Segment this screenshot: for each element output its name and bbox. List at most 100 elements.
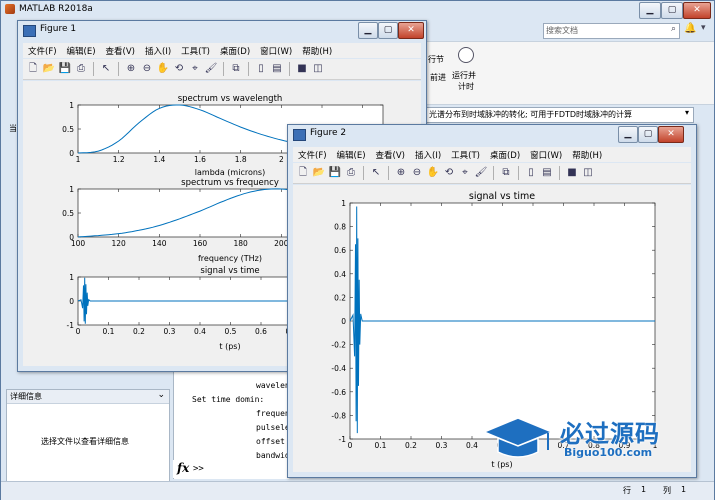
x-tick-label: 1.6 bbox=[194, 155, 206, 164]
y-tick-label: 1 bbox=[69, 185, 74, 194]
details-header[interactable]: 详细信息 bbox=[10, 391, 42, 402]
zoom-in-icon[interactable]: ⊕ bbox=[124, 62, 138, 76]
figure1-minimize-button[interactable]: ▁ bbox=[358, 22, 378, 39]
hide-tools-icon[interactable]: ■ bbox=[295, 62, 309, 76]
pan-icon[interactable]: ✋ bbox=[426, 166, 440, 180]
menu-window[interactable]: 窗口(W) bbox=[255, 45, 297, 57]
menu-tools[interactable]: 工具(T) bbox=[446, 149, 485, 161]
print-icon[interactable]: ⎙ bbox=[344, 166, 358, 180]
figure1-maximize-button[interactable]: ▢ bbox=[378, 22, 398, 39]
figure2-titlebar[interactable]: Figure 2 ▁ ▢ ✕ bbox=[288, 125, 696, 145]
fx-icon[interactable]: fx bbox=[177, 461, 189, 475]
ribbon-advance-label[interactable]: 前进 bbox=[430, 72, 446, 83]
rotate-icon[interactable]: ⟲ bbox=[172, 62, 186, 76]
figure1-titlebar[interactable]: Figure 1 ▁ ▢ ✕ bbox=[18, 21, 426, 41]
open-file-icon[interactable]: 📂 bbox=[42, 62, 56, 76]
menu-window[interactable]: 窗口(W) bbox=[525, 149, 567, 161]
rotate-icon[interactable]: ⟲ bbox=[442, 166, 456, 180]
status-row-label: 行 bbox=[623, 486, 631, 495]
figure2-minimize-button[interactable]: ▁ bbox=[618, 126, 638, 143]
colorbar-icon[interactable]: ▯ bbox=[254, 62, 268, 76]
y-tick-label: 0.5 bbox=[62, 125, 74, 134]
ribbon: 行节 前进 运行并 计时 bbox=[426, 41, 714, 105]
menu-help[interactable]: 帮助(H) bbox=[297, 45, 337, 57]
run-and-time-label-2[interactable]: 计时 bbox=[458, 81, 474, 92]
data-cursor-icon[interactable]: ⌖ bbox=[458, 166, 472, 180]
watermark-cn: 必过源码 bbox=[560, 420, 660, 448]
command-prompt: >> bbox=[193, 464, 204, 474]
figure2-maximize-button[interactable]: ▢ bbox=[638, 126, 658, 143]
pointer-icon[interactable]: ↖ bbox=[369, 166, 383, 180]
data-cursor-icon[interactable]: ⌖ bbox=[188, 62, 202, 76]
menu-insert[interactable]: 插入(I) bbox=[140, 45, 176, 57]
main-titlebar[interactable]: MATLAB R2018a ▁ ▢ ✕ bbox=[1, 1, 714, 19]
plot-xlabel-1: lambda (microns) bbox=[195, 168, 265, 177]
command-prompt-row[interactable]: fx >> bbox=[173, 460, 288, 478]
pointer-icon[interactable]: ↖ bbox=[99, 62, 113, 76]
menu-file[interactable]: 文件(F) bbox=[23, 45, 62, 57]
x-tick-label: 0 bbox=[76, 327, 81, 336]
status-col-value: 1 bbox=[681, 485, 687, 494]
zoom-in-icon[interactable]: ⊕ bbox=[394, 166, 408, 180]
link-plot-icon[interactable]: ⧉ bbox=[229, 62, 243, 76]
y-tick-label: 1 bbox=[69, 101, 74, 110]
zoom-out-icon[interactable]: ⊖ bbox=[410, 166, 424, 180]
search-input[interactable]: 搜索文档 ⌕ bbox=[543, 23, 680, 39]
ribbon-run-section-label[interactable]: 行节 bbox=[428, 54, 444, 65]
hide-tools-icon[interactable]: ■ bbox=[565, 166, 579, 180]
show-tools-icon[interactable]: ◫ bbox=[581, 166, 595, 180]
brush-icon[interactable]: 🖌 bbox=[204, 62, 218, 76]
figure2-close-button[interactable]: ✕ bbox=[658, 126, 684, 143]
main-minimize-button[interactable]: ▁ bbox=[639, 2, 661, 19]
figure1-close-button[interactable]: ✕ bbox=[398, 22, 424, 39]
zoom-out-icon[interactable]: ⊖ bbox=[140, 62, 154, 76]
main-close-button[interactable]: ✕ bbox=[683, 2, 711, 19]
plot-title-3: signal vs time bbox=[200, 266, 259, 276]
x-tick-label: 180 bbox=[234, 239, 249, 248]
new-figure-icon[interactable]: 🗋 bbox=[296, 166, 310, 180]
pan-icon[interactable]: ✋ bbox=[156, 62, 170, 76]
menu-edit[interactable]: 编辑(E) bbox=[332, 149, 371, 161]
menu-file[interactable]: 文件(F) bbox=[293, 149, 332, 161]
menu-edit[interactable]: 编辑(E) bbox=[62, 45, 101, 57]
open-file-icon[interactable]: 📂 bbox=[312, 166, 326, 180]
path-bar[interactable]: 光谱分布到时域脉冲的转化; 可用于FDTD时域脉冲的计算 bbox=[426, 107, 694, 123]
command-line: Set time domin: bbox=[192, 395, 265, 404]
menu-tools[interactable]: 工具(T) bbox=[176, 45, 215, 57]
menu-view[interactable]: 查看(V) bbox=[371, 149, 410, 161]
run-and-time-label-1[interactable]: 运行并 bbox=[452, 70, 476, 81]
save-icon[interactable]: 💾 bbox=[328, 166, 342, 180]
notification-icon[interactable]: 🔔 bbox=[684, 23, 696, 34]
show-tools-icon[interactable]: ◫ bbox=[311, 62, 325, 76]
path-dropdown-icon[interactable]: ▾ bbox=[685, 108, 689, 117]
main-maximize-button[interactable]: ▢ bbox=[661, 2, 683, 19]
main-window-title: MATLAB R2018a bbox=[19, 4, 93, 14]
menu-view[interactable]: 查看(V) bbox=[101, 45, 140, 57]
brush-icon[interactable]: 🖌 bbox=[474, 166, 488, 180]
ribbon-expand-icon[interactable]: ▾ bbox=[701, 23, 706, 33]
menu-desktop[interactable]: 桌面(D) bbox=[485, 149, 525, 161]
run-and-time-icon[interactable] bbox=[458, 47, 474, 63]
new-figure-icon[interactable]: 🗋 bbox=[26, 62, 40, 76]
legend-icon[interactable]: ▤ bbox=[540, 166, 554, 180]
colorbar-icon[interactable]: ▯ bbox=[524, 166, 538, 180]
save-icon[interactable]: 💾 bbox=[58, 62, 72, 76]
menu-desktop[interactable]: 桌面(D) bbox=[215, 45, 255, 57]
x-tick-label: 0.1 bbox=[103, 327, 115, 336]
link-plot-icon[interactable]: ⧉ bbox=[499, 166, 513, 180]
print-icon[interactable]: ⎙ bbox=[74, 62, 88, 76]
plot-title-1: spectrum vs wavelength bbox=[178, 94, 283, 104]
y-tick-label: 0.8 bbox=[334, 223, 346, 232]
figure2-title: Figure 2 bbox=[310, 128, 347, 138]
details-collapse-icon[interactable]: ⌄ bbox=[157, 390, 165, 400]
legend-icon[interactable]: ▤ bbox=[270, 62, 284, 76]
y-tick-label: -0.8 bbox=[331, 411, 346, 420]
menu-help[interactable]: 帮助(H) bbox=[567, 149, 607, 161]
x-tick-label: 160 bbox=[193, 239, 208, 248]
plot-title-main: signal vs time bbox=[469, 191, 535, 202]
figure2-toolbar: 🗋 📂 💾 ⎙ ↖ ⊕ ⊖ ✋ ⟲ ⌖ 🖌 ⧉ ▯ ▤ ■ ◫ bbox=[293, 163, 691, 184]
figure1-menubar: 文件(F) 编辑(E) 查看(V) 插入(I) 工具(T) 桌面(D) 窗口(W… bbox=[23, 43, 421, 58]
menu-insert[interactable]: 插入(I) bbox=[410, 149, 446, 161]
search-icon: ⌕ bbox=[670, 24, 676, 34]
y-tick-label: -0.2 bbox=[331, 341, 346, 350]
